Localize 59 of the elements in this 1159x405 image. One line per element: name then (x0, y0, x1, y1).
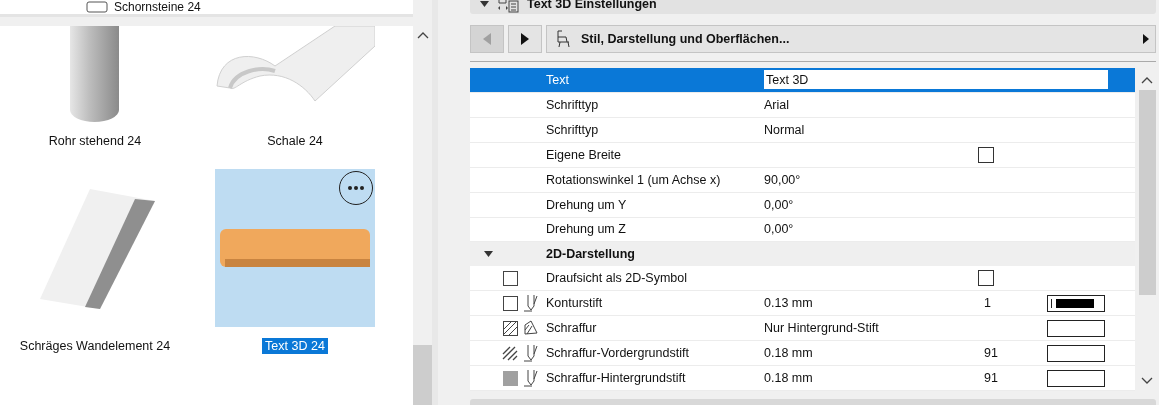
parameter-row[interactable]: Schrifttyp Normal (470, 117, 1135, 143)
scroll-down-icon (1141, 377, 1153, 385)
parameter-value: 0,00° (764, 222, 795, 237)
parameter-value: Arial (764, 97, 790, 112)
parameter-value: Nur Hintergrund-Stift (764, 321, 880, 336)
pen-swatch[interactable] (1047, 369, 1105, 387)
parameter-label: Text (546, 72, 570, 87)
parameter-row[interactable]: Schraffur-Vordergrundstift 0.18 mm 91 (470, 341, 1135, 367)
parameter-label: Konturstift (546, 296, 604, 311)
parameter-label: Drehung um Z (546, 222, 627, 237)
parameter-value: Normal (764, 122, 806, 137)
checkbox[interactable] (978, 146, 994, 163)
pen-number: 1 (984, 296, 992, 311)
parameter-row[interactable]: Draufsicht als 2D-Symbol (470, 266, 1135, 292)
parameter-label: Draufsicht als 2D-Symbol (546, 271, 688, 286)
text-field[interactable]: Text 3D (764, 70, 1108, 90)
parameter-label: Eigene Breite (546, 147, 623, 162)
object-label[interactable]: Schale 24 (264, 133, 326, 149)
parameter-label: Drehung um Y (546, 197, 628, 212)
pen-swatch[interactable] (1047, 344, 1105, 362)
left-arrow-icon (483, 33, 491, 45)
parameter-row[interactable]: Konturstift 0.13 mm 1 (470, 291, 1135, 317)
scroll-up-icon (416, 31, 429, 39)
parameter-label: Schraffur-Hintergrundstift (546, 371, 687, 385)
line-swatch[interactable] (1047, 294, 1105, 312)
checkbox[interactable] (978, 270, 994, 287)
object-label[interactable]: Text 3D 24 (262, 338, 328, 354)
parameter-row[interactable]: Eigene Breite (470, 142, 1135, 168)
object-label[interactable]: Rohr stehend 24 (45, 133, 145, 149)
right-arrow-icon (521, 33, 529, 45)
parameter-label: Schraffur-Vordergrundstift (546, 346, 690, 361)
parameter-value: 90,00° (764, 172, 802, 187)
pen-number: 91 (984, 346, 999, 361)
parameter-label: Schrifttyp (546, 122, 600, 137)
object-settings-icon (497, 0, 519, 13)
ellipsis-icon (348, 186, 364, 190)
list-item-label[interactable]: Schornsteine 24 (114, 0, 201, 14)
parameter-value: 0.18 mm (764, 346, 814, 361)
object-label[interactable]: Schräges Wandelement 24 (16, 338, 174, 354)
pen-swatch[interactable] (1047, 319, 1105, 337)
parameter-value: 0.18 mm (764, 371, 814, 385)
parameter-value: 0.13 mm (764, 296, 814, 311)
section-heading: 2D-Darstellung (546, 247, 636, 262)
parameter-row[interactable]: Drehung um Y 0,00° (470, 192, 1135, 218)
parameter-row[interactable]: Schrifttyp Arial (470, 92, 1135, 118)
parameter-row[interactable]: Text Text 3D (470, 68, 1135, 93)
chair-icon (555, 30, 571, 48)
parameter-label: Schraffur (546, 321, 598, 336)
parameter-row[interactable]: Schraffur-Hintergrundstift 0.18 mm 91 (470, 366, 1135, 391)
parameter-value: 0,00° (764, 197, 795, 212)
parameter-row[interactable]: Rotationswinkel 1 (um Achse x) 90,00° (470, 167, 1135, 193)
scroll-up-icon (1141, 76, 1153, 84)
forward-button[interactable] (508, 25, 542, 53)
right-arrow-icon (1143, 34, 1149, 44)
parameter-label: Schrifttyp (546, 97, 600, 112)
parameter-label: Rotationswinkel 1 (um Achse x) (546, 172, 722, 187)
pen-number: 91 (984, 371, 999, 385)
page-dropdown[interactable]: Stil, Darstellung und Oberflächen... (546, 25, 1156, 53)
parameter-row[interactable]: Schraffur Nur Hintergrund-Stift (470, 316, 1135, 342)
